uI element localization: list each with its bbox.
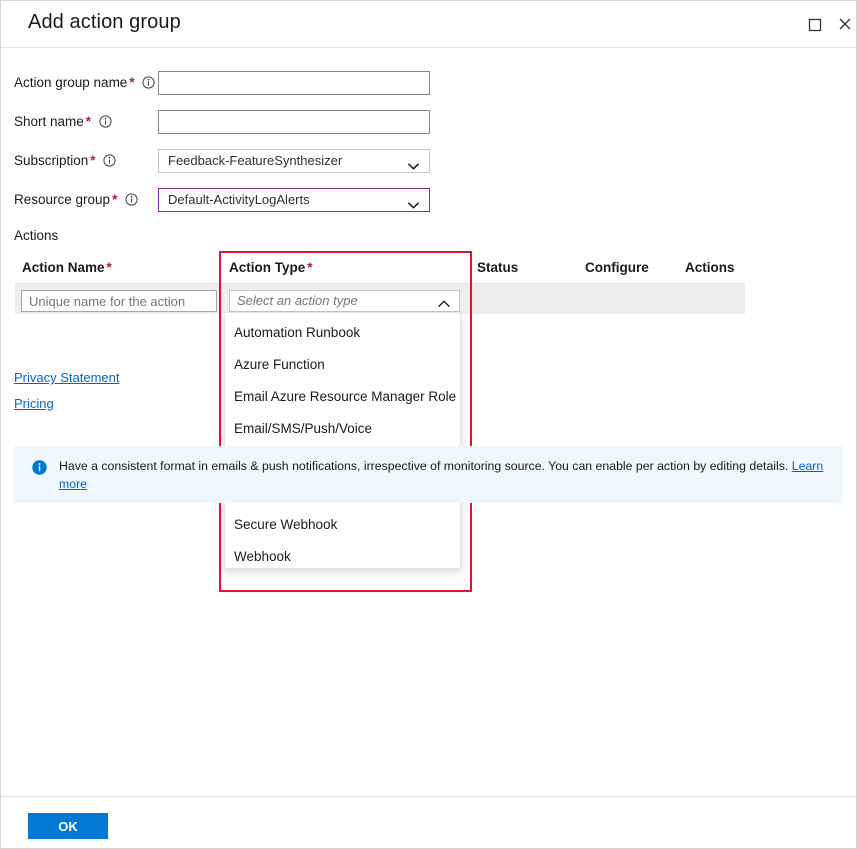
col-label: Action Type [229,260,305,275]
ok-button[interactable]: OK [28,813,108,839]
action-type-combobox[interactable]: Select an action type [229,290,460,312]
page-title: Add action group [28,11,181,34]
label-subscription: Subscription* [14,153,116,170]
subscription-value: Feedback-FeatureSynthesizer [168,153,342,168]
label-text: Subscription [14,153,88,168]
short-name-input[interactable] [158,110,430,134]
dropdown-option-webhook[interactable]: Webhook [234,547,291,567]
banner-message: Have a consistent format in emails & pus… [59,459,792,473]
column-header-action-name: Action Name* [22,260,112,275]
dropdown-option-email-azure-resource-manager-role[interactable]: Email Azure Resource Manager Role [234,387,456,407]
pricing-link[interactable]: Pricing [14,396,54,411]
column-header-configure: Configure [585,260,649,275]
resource-group-select[interactable]: Default-ActivityLogAlerts [158,188,430,212]
label-action-group-name: Action group name* [14,75,155,92]
dropdown-option-automation-runbook[interactable]: Automation Runbook [234,323,360,343]
action-type-dropdown-list[interactable]: Automation Runbook Azure Function Email … [224,313,461,569]
chevron-down-icon [407,195,420,217]
info-circle-icon[interactable] [99,115,112,131]
label-short-name: Short name* [14,114,112,131]
privacy-statement-link[interactable]: Privacy Statement [14,370,120,385]
required-asterisk: * [129,75,134,90]
column-header-status: Status [477,260,518,275]
required-asterisk: * [307,260,312,275]
chevron-down-icon [407,156,420,178]
dropdown-option-azure-function[interactable]: Azure Function [234,355,325,375]
info-filled-icon [32,460,47,475]
label-text: Action group name [14,75,127,90]
resource-group-value: Default-ActivityLogAlerts [168,192,310,207]
info-banner: Have a consistent format in emails & pus… [14,446,843,503]
subscription-select[interactable]: Feedback-FeatureSynthesizer [158,149,430,173]
required-asterisk: * [112,192,117,207]
column-header-actions: Actions [685,260,735,275]
label-text: Short name [14,114,84,129]
label-text: Resource group [14,192,110,207]
chevron-up-icon [437,295,451,315]
action-group-name-input[interactable] [158,71,430,95]
required-asterisk: * [90,153,95,168]
action-name-input[interactable] [21,290,217,312]
info-circle-icon[interactable] [103,154,116,170]
required-asterisk: * [107,260,112,275]
maximize-square-icon[interactable] [801,11,827,37]
info-circle-icon[interactable] [125,193,138,209]
dropdown-option-email-sms-push-voice[interactable]: Email/SMS/Push/Voice [234,419,372,439]
col-label: Action Name [22,260,105,275]
column-header-action-type: Action Type* [229,260,313,275]
close-x-icon[interactable] [832,11,857,37]
footer-divider [1,796,856,797]
label-resource-group: Resource group* [14,192,138,209]
required-asterisk: * [86,114,91,129]
dropdown-option-secure-webhook[interactable]: Secure Webhook [234,515,337,535]
title-bar: Add action group [1,1,856,48]
info-banner-text: Have a consistent format in emails & pus… [59,457,829,493]
actions-section-title: Actions [14,228,58,243]
add-action-group-dialog: Add action group Action group name* Shor… [0,0,857,849]
info-circle-icon[interactable] [142,76,155,92]
action-type-placeholder: Select an action type [237,293,358,308]
